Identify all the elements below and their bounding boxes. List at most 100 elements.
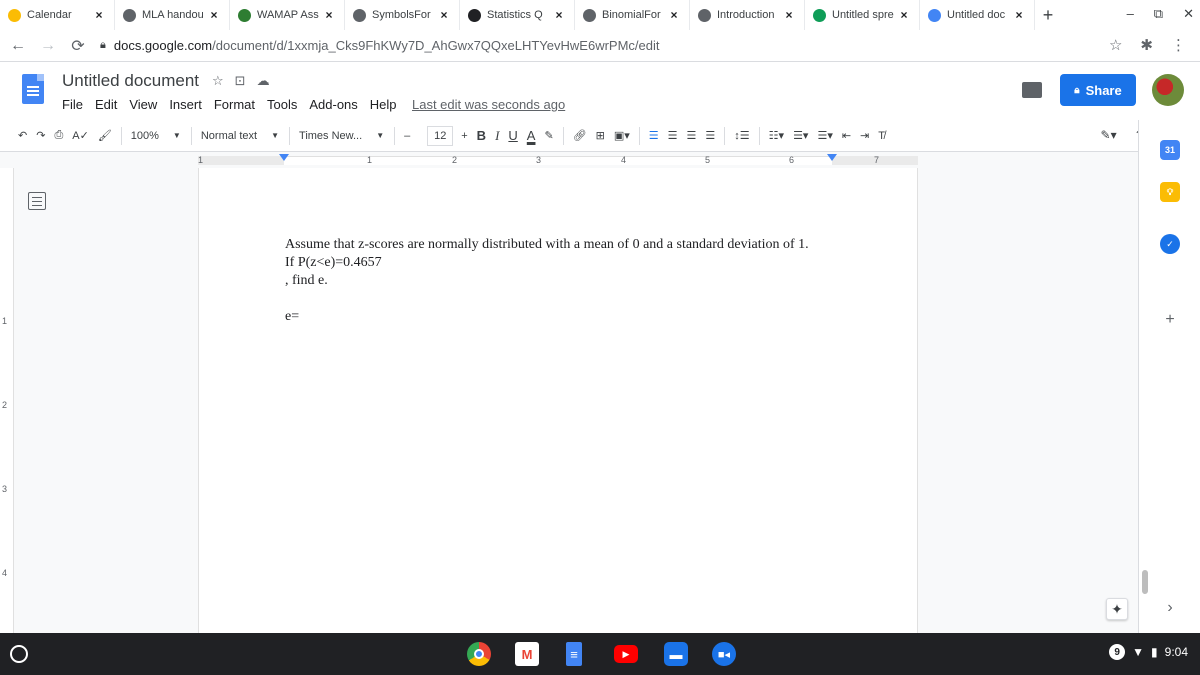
style-select[interactable]: Normal text ▼ (201, 130, 279, 142)
star-icon[interactable]: ☆ (212, 73, 224, 89)
close-tab-icon[interactable]: × (552, 8, 566, 22)
move-folder-icon[interactable]: ⊡ (235, 73, 246, 89)
insert-link-icon[interactable]: 🔗︎ (573, 129, 587, 142)
close-tab-icon[interactable]: × (322, 8, 336, 22)
browser-tab[interactable]: BinomialFor × (575, 0, 690, 30)
menu-item-tools[interactable]: Tools (267, 97, 297, 112)
undo-icon[interactable]: ↶ (18, 129, 27, 142)
font-select[interactable]: Times New... ▼ (299, 130, 384, 142)
document-body[interactable]: Assume that z-scores are normally distri… (285, 236, 809, 326)
comment-history-icon[interactable] (1022, 82, 1042, 98)
underline-button[interactable]: U (508, 128, 517, 143)
numbered-list-icon[interactable]: ☰▾ (817, 129, 832, 142)
explore-icon[interactable]: ✦ (1106, 598, 1128, 620)
checklist-icon[interactable]: ☷▾ (769, 129, 784, 142)
minimize-button[interactable]: – (1127, 6, 1134, 22)
left-indent-marker[interactable] (279, 154, 289, 161)
keep-icon[interactable]: 💡︎ (1160, 182, 1180, 202)
docs-icon[interactable]: ≡ (566, 642, 582, 666)
menu-item-edit[interactable]: Edit (95, 97, 117, 112)
right-indent-marker[interactable] (827, 154, 837, 161)
bold-button[interactable]: B (477, 128, 486, 143)
restore-button[interactable]: ⧉ (1154, 6, 1163, 22)
youtube-icon[interactable]: ▶ (614, 645, 638, 663)
get-addons-button[interactable]: + (1160, 310, 1180, 330)
cloud-status-icon[interactable]: ☁ (257, 73, 270, 89)
align-left-icon[interactable]: ☰ (649, 129, 659, 142)
editing-mode-icon[interactable]: ✎▾ (1101, 128, 1117, 142)
back-icon[interactable]: ← (6, 37, 30, 55)
meet-icon[interactable]: ■◂ (712, 642, 736, 666)
increase-font-size-button[interactable]: + (461, 130, 467, 142)
calendar-icon[interactable]: 31 (1160, 140, 1180, 160)
menu-item-format[interactable]: Format (214, 97, 255, 112)
close-tab-icon[interactable]: × (437, 8, 451, 22)
close-tab-icon[interactable]: × (667, 8, 681, 22)
print-icon[interactable]: ⎙ (54, 129, 63, 142)
browser-menu-icon[interactable]: ⋮ (1171, 36, 1186, 54)
redo-icon[interactable]: ↷ (36, 129, 45, 142)
align-center-icon[interactable]: ☰ (668, 129, 678, 142)
italic-button[interactable]: I (495, 128, 499, 144)
browser-tab[interactable]: WAMAP Ass × (230, 0, 345, 30)
spellcheck-icon[interactable]: A✓ (72, 129, 89, 142)
tab-title: Introduction (717, 9, 775, 21)
align-right-icon[interactable]: ☰ (687, 129, 697, 142)
address-bar[interactable]: 🔒︎ docs.google.com/document/d/1xxmja_Cks… (100, 38, 660, 53)
close-tab-icon[interactable]: × (1012, 8, 1026, 22)
status-area[interactable]: 9 ▼ ▮ 9:04 (1109, 644, 1188, 660)
paint-format-icon[interactable]: 🖌︎ (98, 129, 112, 142)
insert-image-icon[interactable]: ▣▾ (614, 129, 630, 142)
clear-formatting-icon[interactable]: T̸ (878, 130, 885, 142)
document-outline-icon[interactable] (28, 192, 46, 210)
close-tab-icon[interactable]: × (92, 8, 106, 22)
gmail-icon[interactable]: M (515, 642, 539, 666)
browser-tab[interactable]: Untitled doc × (920, 0, 1035, 30)
increase-indent-icon[interactable]: ⇥ (860, 129, 869, 142)
close-tab-icon[interactable]: × (897, 8, 911, 22)
add-comment-icon[interactable]: ⊞ (596, 129, 605, 142)
text-color-button[interactable]: A (527, 128, 536, 143)
browser-tab[interactable]: Statistics Q × (460, 0, 575, 30)
menu-item-view[interactable]: View (129, 97, 157, 112)
last-edit-link[interactable]: Last edit was seconds ago (412, 97, 565, 112)
bookmark-star-icon[interactable]: ☆ (1109, 36, 1122, 54)
avatar[interactable] (1152, 74, 1184, 106)
close-window-button[interactable]: ✕ (1183, 6, 1194, 22)
tasks-icon[interactable]: ✓ (1160, 234, 1180, 254)
extensions-icon[interactable]: ✱ (1140, 36, 1153, 54)
docs-logo-icon[interactable] (22, 74, 44, 104)
decrease-font-size-button[interactable]: – (404, 130, 410, 142)
zoom-select[interactable]: 100% ▼ (131, 130, 181, 142)
menu-item-insert[interactable]: Insert (169, 97, 202, 112)
browser-tab[interactable]: MLA handou × (115, 0, 230, 30)
show-side-panel-button[interactable]: › (1160, 598, 1180, 618)
menu-item-addons[interactable]: Add-ons (309, 97, 357, 112)
files-icon[interactable]: ▬ (664, 642, 688, 666)
line-spacing-icon[interactable]: ↕☰ (734, 129, 749, 142)
browser-tab[interactable]: Untitled spre × (805, 0, 920, 30)
highlight-color-icon[interactable]: ✎ (544, 129, 553, 142)
bulleted-list-icon[interactable]: ☰▾ (793, 129, 808, 142)
browser-tab[interactable]: Introduction × (690, 0, 805, 30)
tab-title: Statistics Q (487, 9, 543, 21)
close-tab-icon[interactable]: × (207, 8, 221, 22)
document-title[interactable]: Untitled document (62, 71, 199, 91)
reload-icon[interactable]: ⟳ (66, 36, 90, 56)
scrollbar-thumb[interactable] (1142, 570, 1148, 594)
close-tab-icon[interactable]: × (782, 8, 796, 22)
font-size-input[interactable]: 12 (427, 125, 454, 146)
browser-tab[interactable]: Calendar × (0, 0, 115, 30)
new-tab-button[interactable]: + (1035, 5, 1061, 26)
menu-item-help[interactable]: Help (370, 97, 397, 112)
decrease-indent-icon[interactable]: ⇤ (842, 129, 851, 142)
menu-item-file[interactable]: File (62, 97, 83, 112)
align-justify-icon[interactable]: ☰ (705, 129, 715, 142)
document-page[interactable]: Assume that z-scores are normally distri… (198, 168, 918, 633)
browser-tab[interactable]: SymbolsFor × (345, 0, 460, 30)
chrome-icon[interactable] (467, 642, 491, 666)
forward-icon[interactable]: → (36, 37, 60, 55)
launcher-icon[interactable] (10, 645, 28, 663)
docs-header: Untitled document ☆ ⊡ ☁ File Edit View Inse… (0, 62, 1200, 120)
share-button[interactable]: 🔒︎ Share (1060, 74, 1136, 106)
